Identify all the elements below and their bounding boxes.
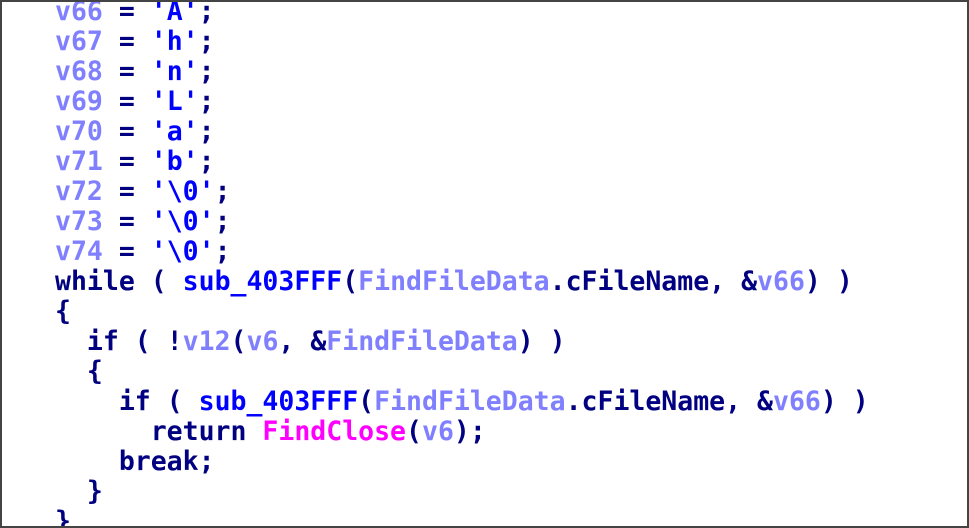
- function-call-token[interactable]: sub_403FFF: [199, 386, 359, 417]
- string-literal-token: 'a': [150, 116, 199, 147]
- punctuation-token: =: [102, 116, 151, 147]
- punctuation-token: .cFileName, &: [549, 266, 758, 297]
- variable-token[interactable]: v74: [55, 236, 103, 267]
- code-line[interactable]: {: [55, 357, 869, 387]
- variable-token[interactable]: v69: [55, 86, 103, 117]
- punctuation-token: =: [102, 86, 151, 117]
- punctuation-token: .cFileName, &: [565, 386, 773, 417]
- punctuation-token: }: [55, 506, 71, 528]
- code-line[interactable]: if ( sub_403FFF(FindFileData.cFileName, …: [55, 387, 869, 417]
- code-line[interactable]: v72 = '\0';: [55, 177, 869, 207]
- punctuation-token: =: [102, 146, 151, 177]
- code-line[interactable]: v71 = 'b';: [55, 147, 869, 177]
- variable-token[interactable]: v6: [422, 416, 454, 447]
- keyword-token: if: [55, 386, 151, 417]
- variable-token[interactable]: v66: [55, 2, 103, 27]
- punctuation-token: ;: [198, 0, 215, 27]
- variable-token[interactable]: v70: [55, 116, 103, 147]
- punctuation-token: ;: [198, 116, 215, 147]
- code-line[interactable]: v69 = 'L';: [55, 87, 869, 117]
- punctuation-token: =: [102, 206, 151, 237]
- keyword-token: if: [55, 326, 119, 357]
- punctuation-token: (: [134, 266, 183, 297]
- code-line[interactable]: break;: [55, 447, 869, 477]
- code-line[interactable]: {: [55, 297, 869, 327]
- punctuation-token: (: [150, 386, 199, 417]
- code-line[interactable]: v66 = 'A';: [55, 0, 869, 27]
- code-line[interactable]: v68 = 'n';: [55, 57, 869, 87]
- code-line[interactable]: if ( !v12(v6, &FindFileData) ): [55, 327, 869, 357]
- variable-token[interactable]: FindFileData: [374, 386, 565, 417]
- punctuation-token: (: [406, 416, 422, 447]
- punctuation-token: =: [102, 26, 151, 57]
- api-call-token[interactable]: FindClose: [262, 416, 406, 447]
- punctuation-token: (: [230, 326, 247, 357]
- pseudocode-view[interactable]: v66 = 'A'; v67 = 'h'; v68 = 'n'; v69 = 'L';…: [0, 0, 969, 528]
- code-line[interactable]: v74 = '\0';: [55, 237, 869, 267]
- punctuation-token: ;: [214, 176, 231, 207]
- code-line[interactable]: v70 = 'a';: [55, 117, 869, 147]
- punctuation-token: ;: [198, 56, 215, 87]
- keyword-token: break: [55, 446, 199, 477]
- punctuation-token: =: [102, 0, 151, 27]
- variable-token[interactable]: v72: [55, 176, 103, 207]
- punctuation-token: {: [55, 296, 71, 327]
- code-line[interactable]: v67 = 'h';: [55, 27, 869, 57]
- variable-token[interactable]: v12: [183, 326, 231, 357]
- variable-token[interactable]: FindFileData: [358, 266, 549, 297]
- punctuation-token: }: [55, 476, 103, 507]
- keyword-token: while: [55, 266, 135, 297]
- string-literal-token: 'b': [150, 146, 199, 177]
- punctuation-token: ;: [198, 86, 215, 117]
- function-call-token[interactable]: sub_403FFF: [183, 266, 343, 297]
- punctuation-token: ) ): [517, 326, 566, 357]
- variable-token[interactable]: v71: [55, 146, 103, 177]
- punctuation-token: =: [102, 56, 151, 87]
- variable-token[interactable]: v6: [247, 326, 279, 357]
- string-literal-token: '\0': [150, 236, 215, 267]
- punctuation-token: (: [342, 266, 359, 297]
- punctuation-token: {: [55, 356, 103, 387]
- punctuation-token: ;: [214, 206, 231, 237]
- variable-token[interactable]: FindFileData: [326, 326, 517, 357]
- string-literal-token: 'L': [150, 86, 199, 117]
- code-line[interactable]: }: [55, 477, 869, 507]
- punctuation-token: ;: [214, 236, 231, 267]
- string-literal-token: 'A': [150, 0, 199, 27]
- punctuation-token: , &: [278, 326, 327, 357]
- punctuation-token: (: [358, 386, 375, 417]
- string-literal-token: 'h': [150, 26, 199, 57]
- variable-token[interactable]: v67: [55, 26, 103, 57]
- punctuation-token: ) ): [820, 386, 869, 417]
- punctuation-token: =: [102, 176, 151, 207]
- code-line[interactable]: while ( sub_403FFF(FindFileData.cFileNam…: [55, 267, 869, 297]
- keyword-token: return: [55, 416, 247, 447]
- punctuation-token: );: [453, 416, 486, 447]
- code-line[interactable]: return FindClose(v6);: [55, 417, 869, 447]
- punctuation-token: ;: [198, 26, 215, 57]
- variable-token[interactable]: v73: [55, 206, 103, 237]
- variable-token[interactable]: v66: [773, 386, 821, 417]
- punctuation-token: ) ): [804, 266, 853, 297]
- punctuation-token: ;: [198, 446, 215, 477]
- string-literal-token: '\0': [150, 176, 215, 207]
- punctuation-token: ;: [198, 146, 215, 177]
- string-literal-token: 'n': [150, 56, 199, 87]
- code-line[interactable]: v73 = '\0';: [55, 207, 869, 237]
- variable-token[interactable]: v68: [55, 56, 103, 87]
- code-listing[interactable]: v66 = 'A'; v67 = 'h'; v68 = 'n'; v69 = 'L';…: [55, 0, 869, 528]
- punctuation-token: ( !: [118, 326, 183, 357]
- string-literal-token: '\0': [150, 206, 215, 237]
- variable-token[interactable]: v66: [757, 266, 805, 297]
- code-line[interactable]: }: [55, 506, 869, 528]
- punctuation-token: =: [102, 236, 151, 267]
- punctuation-token: [246, 416, 262, 447]
